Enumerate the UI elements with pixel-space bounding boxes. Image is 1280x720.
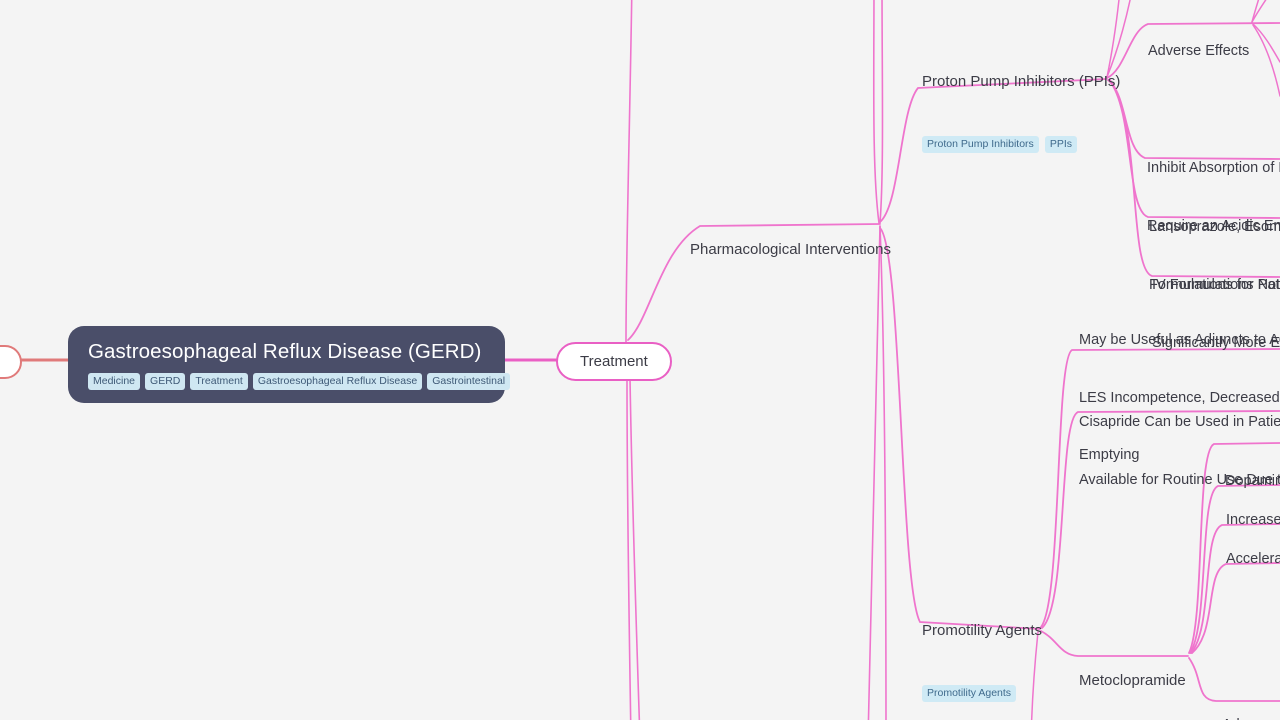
root-tag[interactable]: Gastroesophageal Reflux Disease [252,372,423,391]
leaf-label-line-1: Lansoprazole, Esomep [1149,219,1280,236]
edge-pharma-through-up-b [879,0,884,224]
edge-pharma-to-promotility [879,227,1041,630]
node-pharmacological-interventions[interactable]: Pharmacological Interventions [690,200,891,299]
root-node[interactable]: Gastroesophageal Reflux Disease (GERD) M… [68,326,511,404]
node-tag[interactable]: PPIs [1044,135,1077,154]
leaf-ppi-adverse-effects[interactable]: Adverse Effects [1148,4,1249,100]
node-label: Promotility Agents [922,621,1043,639]
leaf-meto-accelerates[interactable]: Accelerat [1226,512,1280,608]
node-label: Pharmacological Interventions [690,240,891,258]
node-label: Metoclopramide [1079,671,1186,689]
offscreen-parent-pill[interactable] [0,345,22,379]
node-tag-row: Proton Pump Inhibitors PPIs [922,135,1120,154]
edge-adverse-hub-fan-d [1252,24,1280,97]
edge-pharma-through-down-a [867,225,881,720]
leaf-label: Accelerat [1226,551,1280,568]
leaf-meto-adverse-effects[interactable]: Adverse E [1222,678,1280,720]
node-tag[interactable]: Proton Pump Inhibitors [922,135,1039,154]
root-tag-row: Medicine GERD Treatment Gastroesophageal… [88,372,511,391]
root-tag[interactable]: GERD [145,372,186,391]
edge-treatment-up-a [625,0,633,343]
edge-adverse-hub-fan-a [1251,0,1260,23]
leaf-label: Adverse Effects [1148,43,1250,60]
root-title: Gastroesophageal Reflux Disease (GERD) [88,340,482,363]
node-promotility-agents[interactable]: Promotility Agents Promotility Agents [922,581,1042,720]
node-metoclopramide[interactable]: Metoclopramide [1079,631,1186,720]
leaf-label: Adverse E [1222,716,1280,720]
root-tag[interactable]: Gastrointestinal [427,372,511,391]
node-tag[interactable]: Promotility Agents [922,684,1017,703]
edge-adverse-hub-fan-b [1251,0,1267,23]
leaf-label-line-1: Inhibit Absorption of D [1147,160,1280,177]
root-tag[interactable]: Medicine [88,372,141,391]
leaf-label-line-1: May be Useful as Adjuncts to Acid [1079,332,1280,349]
edge-treatment-down-b [629,377,641,720]
leaf-label-line-1: Cisapride Can be Used in Patients [1079,414,1280,431]
edge-treatment-down-a [626,377,632,720]
node-label: Proton Pump Inhibitors (PPIs) [922,72,1121,90]
edge-pharma-through-down-b [879,225,887,720]
node-treatment[interactable]: Treatment [556,342,672,381]
edge-adverse-hub-fan-c [1252,23,1280,63]
root-tag[interactable]: Treatment [190,372,248,391]
node-tag-row: Promotility Agents [922,684,1042,703]
edge-pharma-through-up-a [872,0,880,224]
mindmap-canvas[interactable]: Gastroesophageal Reflux Disease (GERD) M… [0,0,1280,720]
node-proton-pump-inhibitors[interactable]: Proton Pump Inhibitors (PPIs) Proton Pum… [922,32,1120,193]
